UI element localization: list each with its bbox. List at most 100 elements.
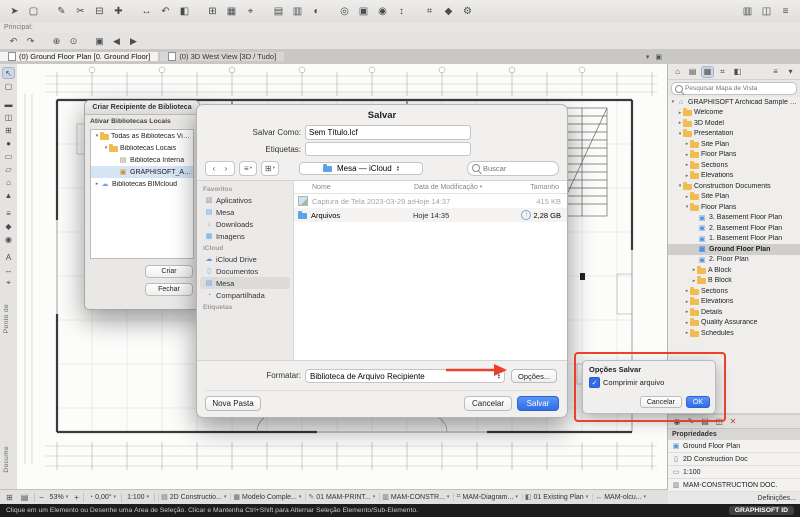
pan-button[interactable]: ⊕: [49, 34, 64, 48]
nav-item-details[interactable]: ▸ Details: [668, 307, 800, 318]
file-row-arquivos[interactable]: Arquivos Hoje 14:35 ↑ 2,28 GB: [294, 208, 567, 222]
sidebar-imagens[interactable]: Imagens: [200, 230, 290, 242]
undo-button[interactable]: ↶: [6, 34, 21, 48]
nav-item-project-root[interactable]: ▾ GRAPHISOFT Archicad Sample Project 1 -…: [668, 97, 800, 108]
prop-view-name[interactable]: Ground Floor Plan: [668, 440, 800, 453]
fit-in-window-button[interactable]: ▣: [92, 34, 107, 48]
prop-layer-combination[interactable]: MAM-CONSTRUCTION DOC.: [668, 479, 800, 492]
3d-view-button[interactable]: ▣: [355, 3, 372, 20]
remove-button[interactable]: ✕: [727, 416, 739, 427]
guide-lines-button[interactable]: ⌖: [242, 3, 259, 20]
back-button[interactable]: ‹: [208, 164, 220, 173]
nav-item-a-block[interactable]: ▸ A Block: [668, 265, 800, 276]
nav-item-presentation[interactable]: ▾ Presentation: [668, 129, 800, 140]
select-tool-button[interactable]: ➤: [6, 3, 23, 20]
nav-item-presentation-floor-plans[interactable]: ▸ Floor Plans: [668, 150, 800, 161]
options-ok-button[interactable]: OK: [685, 396, 710, 408]
section-view-button[interactable]: ↕: [393, 3, 410, 20]
structure-display-select[interactable]: ⌗ MAM-Diagram... ▾: [453, 493, 519, 501]
tree-item-bimcloud-libraries[interactable]: ▸ Bibliotecas BIMcloud: [91, 178, 193, 190]
close-button[interactable]: Fechar: [145, 283, 193, 296]
arrow-tool-button[interactable]: ↖: [2, 67, 15, 79]
stretch-tool-button[interactable]: ↔: [138, 3, 155, 20]
nav-item-cd-sections[interactable]: ▸ Sections: [668, 286, 800, 297]
column-modified[interactable]: Data de Modificação ▾: [414, 184, 492, 191]
redo-button[interactable]: ↷: [23, 34, 38, 48]
mesh-tool-button[interactable]: ▲: [2, 189, 15, 201]
beam-tool-button[interactable]: ▭: [2, 150, 15, 162]
mirror-tool-button[interactable]: ◧: [176, 3, 193, 20]
project-chooser-button[interactable]: ⌂: [671, 66, 684, 78]
tree-item-local-libraries[interactable]: ▾ Bibliotecas Locais: [91, 142, 193, 154]
new-folder-button[interactable]: Nova Pasta: [205, 395, 261, 411]
nav-item-basement-3[interactable]: 3. Basement Floor Plan: [668, 213, 800, 224]
highlight-button[interactable]: ◉: [671, 416, 683, 427]
forward-button[interactable]: ›: [220, 164, 232, 173]
rotate-tool-button[interactable]: ↶: [157, 3, 174, 20]
model-view-options-select[interactable]: ▦ Modelo Comple... ▾: [230, 493, 303, 501]
tab-list-button[interactable]: ▾: [646, 53, 650, 61]
navigator-collapse-button[interactable]: ▾: [784, 66, 797, 78]
nav-item-cd-floor-plans[interactable]: ▾ Floor Plans: [668, 202, 800, 213]
sidebar-aplicativos[interactable]: Aplicativos: [200, 194, 290, 206]
tree-item-sample-library[interactable]: GRAPHISOFT_Archicad_Sample_P...: [91, 166, 193, 178]
edit-properties-button[interactable]: ✎: [685, 416, 697, 427]
nav-item-ground-floor-plan[interactable]: Ground Floor Plan: [668, 244, 800, 255]
grid-snap-button[interactable]: ▦: [223, 3, 240, 20]
wall-tool-button[interactable]: ▬: [2, 98, 15, 110]
location-popup[interactable]: Mesa — iCloud ▴ ▾: [299, 161, 423, 175]
tab-3d-west-view[interactable]: (0) 3D West View [3D / Tudo]: [160, 52, 285, 61]
nav-item-cd-site-plan[interactable]: ▸ Site Plan: [668, 192, 800, 203]
render-button[interactable]: ◉: [374, 3, 391, 20]
multiply-tool-button[interactable]: ⊞: [204, 3, 221, 20]
dimension-tool-button[interactable]: ↔: [2, 264, 15, 276]
renovation-filter-select[interactable]: ◧ 01 Existing Plan ▾: [521, 493, 590, 501]
prop-scale[interactable]: 1:100: [668, 466, 800, 479]
window-layout-button[interactable]: ◫: [758, 3, 775, 20]
nav-item-cd-elevations[interactable]: ▸ Elevations: [668, 297, 800, 308]
group-by-button[interactable]: ⊞ ▾: [264, 164, 276, 173]
cancel-button[interactable]: Cancelar: [464, 395, 512, 411]
pencil-tool-button[interactable]: ✎: [53, 3, 70, 20]
sidebar-mesa-icloud[interactable]: Mesa: [200, 277, 290, 289]
rotation-select[interactable]: ◔ 0,00° ▾: [87, 494, 118, 501]
marquee-tool-button[interactable]: ▢: [25, 3, 42, 20]
window-tool-button[interactable]: ⊞: [2, 124, 15, 136]
graphic-override-select[interactable]: ▥ MAM-CONSTR... ▾: [379, 493, 451, 501]
project-map-button[interactable]: ▤: [686, 66, 699, 78]
dimension-standard-select[interactable]: ↔ MAM-olcu... ▾: [592, 493, 648, 501]
column-tool-button[interactable]: ●: [2, 137, 15, 149]
nav-item-schedules[interactable]: ▸ Schedules: [668, 328, 800, 339]
column-size[interactable]: Tamanho: [530, 184, 563, 191]
search-input[interactable]: [483, 163, 554, 173]
stair-tool-button[interactable]: ≡: [2, 207, 15, 219]
scale-select[interactable]: 1:100 ▾: [125, 494, 151, 501]
tracker-button[interactable]: ▤: [18, 491, 31, 503]
list-view-button[interactable]: ≡ ▾: [242, 164, 254, 173]
nav-item-presentation-elevations[interactable]: ▸ Elevations: [668, 171, 800, 182]
info-button[interactable]: ▤: [699, 416, 711, 427]
create-button[interactable]: Criar: [145, 265, 193, 278]
previous-view-button[interactable]: ◀: [109, 34, 124, 48]
favorites-button[interactable]: ◆: [440, 3, 457, 20]
format-select[interactable]: Biblioteca de Arquivo Recipiente ▴ ▾: [305, 369, 505, 383]
zoom-out-button[interactable]: −: [38, 493, 45, 502]
pen-set-button[interactable]: ▥: [289, 3, 306, 20]
nav-item-b-block[interactable]: ▸ B Block: [668, 276, 800, 287]
sidebar-icloud-drive[interactable]: iCloud Drive: [200, 253, 290, 265]
pen-set-select[interactable]: ✎ 01 MAM-PRINT... ▾: [305, 493, 377, 501]
publisher-button[interactable]: ◧: [731, 66, 744, 78]
section-tool-button[interactable]: ⌖: [2, 277, 15, 289]
menu-button[interactable]: ≡: [777, 3, 794, 20]
next-view-button[interactable]: ▶: [126, 34, 141, 48]
view-map-button[interactable]: ▦: [701, 65, 714, 78]
nav-item-construction-documents[interactable]: ▾ Construction Documents: [668, 181, 800, 192]
organizer-button[interactable]: ▥: [739, 3, 756, 20]
tab-actions-button[interactable]: ▣: [655, 53, 662, 61]
lamp-tool-button[interactable]: ◉: [2, 233, 15, 245]
layout-book-button[interactable]: ⌗: [716, 66, 729, 78]
navigator-search-input[interactable]: [685, 85, 793, 92]
zoom-button[interactable]: ⊙: [66, 34, 81, 48]
sidebar-documentos[interactable]: Documentos: [200, 265, 290, 277]
link-button[interactable]: ◫: [713, 416, 725, 427]
